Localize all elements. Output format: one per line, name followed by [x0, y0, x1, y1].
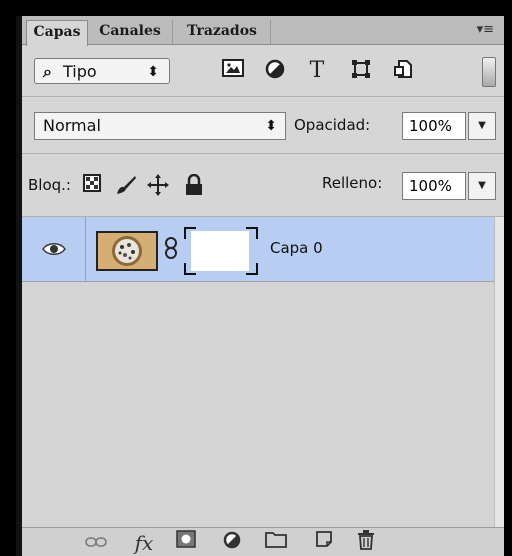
- add-mask-icon[interactable]: [172, 530, 200, 556]
- opacity-label: Opacidad:: [294, 116, 371, 134]
- fill-input[interactable]: 100%: [402, 172, 466, 200]
- link-layers-icon[interactable]: [82, 530, 110, 556]
- fx-icon[interactable]: fx: [130, 530, 158, 556]
- filter-row: ⌕ Tipo ⬍ T: [22, 45, 504, 97]
- search-icon: ⌕: [43, 62, 52, 81]
- filter-kind-label: Tipo: [63, 62, 97, 81]
- layer-thumbnail[interactable]: [96, 231, 158, 271]
- layers-panel: Capas Canales Trazados ▾≡ ⌕ Tipo ⬍ T Nor…: [16, 16, 504, 556]
- image-filter-icon[interactable]: [220, 59, 246, 83]
- lock-image-pixels-icon[interactable]: [114, 174, 138, 198]
- select-arrows-icon: ⬍: [265, 118, 277, 134]
- opacity-input[interactable]: 100%: [402, 112, 466, 140]
- adjustment-filter-icon[interactable]: [262, 59, 288, 83]
- lock-all-icon[interactable]: [182, 173, 206, 198]
- select-arrows-icon: ⬍: [147, 64, 159, 80]
- lock-row: Bloq.: Relleno: 100% ▼: [22, 154, 504, 217]
- new-group-icon[interactable]: [262, 530, 290, 556]
- blend-row: Normal ⬍ Opacidad: 100% ▼: [22, 97, 504, 154]
- layer-row-capa-0[interactable]: Capa 0: [22, 217, 494, 282]
- filter-toggle-switch[interactable]: [482, 57, 496, 87]
- visibility-toggle[interactable]: [22, 217, 86, 281]
- lock-label: Bloq.:: [28, 176, 71, 194]
- shape-filter-icon[interactable]: [348, 59, 374, 83]
- layers-bottom-toolbar: fx: [22, 527, 504, 556]
- eye-icon: [42, 243, 66, 255]
- tab-canales[interactable]: Canales: [88, 20, 173, 44]
- fill-label: Relleno:: [322, 174, 383, 192]
- mask-corner: [246, 227, 258, 239]
- layer-name[interactable]: Capa 0: [270, 239, 323, 257]
- blend-mode-value: Normal: [43, 116, 101, 135]
- trash-icon[interactable]: [352, 530, 380, 556]
- mask-fill: [191, 231, 249, 271]
- type-filter-icon[interactable]: T: [304, 59, 330, 83]
- panel-menu-icon[interactable]: ▾≡: [477, 22, 494, 37]
- smart-object-filter-icon[interactable]: [390, 59, 416, 83]
- opacity-dropdown-button[interactable]: ▼: [468, 112, 496, 140]
- mask-link-icon[interactable]: [164, 237, 178, 264]
- fill-dropdown-button[interactable]: ▼: [468, 172, 496, 200]
- new-layer-icon[interactable]: [310, 530, 338, 556]
- tab-capas[interactable]: Capas: [26, 20, 88, 46]
- layer-list-scrollbar[interactable]: [494, 217, 504, 527]
- tab-bar: Capas Canales Trazados ▾≡: [22, 16, 504, 46]
- filter-kind-select[interactable]: ⌕ Tipo ⬍: [34, 58, 170, 84]
- lock-transparent-pixels-icon[interactable]: [80, 174, 104, 198]
- blend-mode-select[interactable]: Normal ⬍: [34, 112, 286, 140]
- layer-list: Capa 0: [22, 217, 494, 527]
- mask-corner: [246, 263, 258, 275]
- new-adjustment-icon[interactable]: [218, 530, 246, 556]
- mask-corner: [184, 227, 196, 239]
- mask-corner: [184, 263, 196, 275]
- lock-position-icon[interactable]: [146, 174, 170, 198]
- layer-mask-thumbnail[interactable]: [184, 227, 258, 275]
- tab-trazados[interactable]: Trazados: [174, 20, 271, 44]
